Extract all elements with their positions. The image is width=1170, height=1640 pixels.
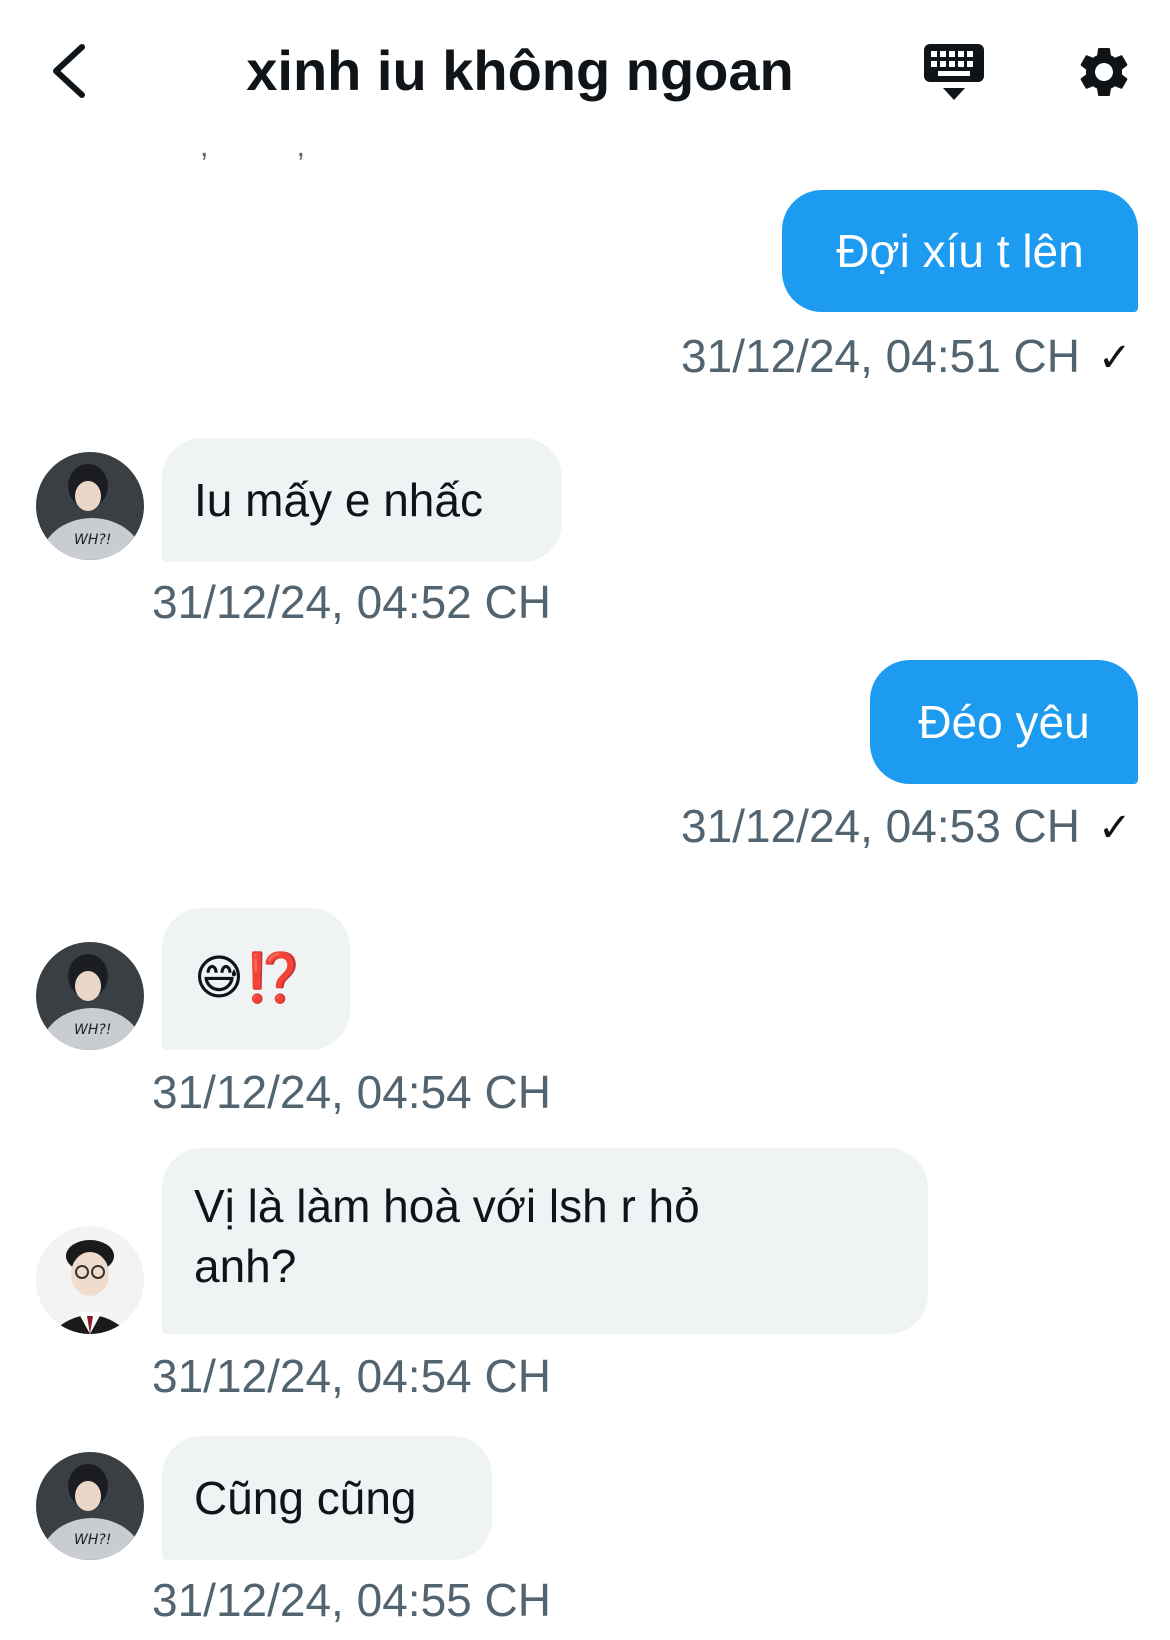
chevron-left-icon	[53, 44, 85, 98]
avatar-hoodie-icon: WH?!	[36, 452, 144, 560]
message-timestamp: 31/12/24, 04:53 CH	[681, 800, 1080, 852]
avatar-glasses-icon	[36, 1226, 144, 1334]
conversation-settings-button[interactable]	[1070, 38, 1138, 106]
avatar[interactable]: WH?!	[36, 452, 144, 560]
svg-text:WH?!: WH?!	[74, 1532, 111, 1548]
outgoing-message-bubble[interactable]: Đợi xíu t lên	[782, 190, 1138, 312]
conversation-title[interactable]: xinh iu không ngoan	[180, 36, 860, 106]
incoming-message-bubble[interactable]: 😅⁉️	[162, 908, 350, 1050]
message-text: Iu mấy e nhấc	[194, 474, 483, 526]
svg-text:WH?!: WH?!	[74, 532, 111, 548]
message-timestamp: 31/12/24, 04:51 CH	[681, 330, 1080, 382]
message-text: 😅⁉️	[194, 952, 304, 1005]
message-timestamp: 31/12/24, 04:54 CH	[152, 1066, 551, 1118]
avatar[interactable]: WH?!	[36, 942, 144, 1050]
keyboard-icon	[924, 44, 984, 100]
message-text: Cũng cũng	[194, 1472, 417, 1524]
dm-conversation-screen: xinh iu không ngoan , , , Đợi xíu t lên …	[0, 0, 1170, 1640]
message-timestamp: 31/12/24, 04:55 CH	[152, 1574, 551, 1626]
svg-text:WH?!: WH?!	[74, 1022, 111, 1038]
read-check-icon: ✓	[1098, 806, 1132, 850]
avatar-hoodie-icon: WH?!	[36, 942, 144, 1050]
message-timestamp: 31/12/24, 04:54 CH	[152, 1350, 551, 1402]
message-text: Đợi xíu t lên	[836, 225, 1084, 277]
gear-icon	[1080, 47, 1128, 96]
incoming-message-bubble[interactable]: Vị là làm hoà với lsh r hỏ anh?	[162, 1148, 928, 1334]
incoming-message-bubble[interactable]: Iu mấy e nhấc	[162, 438, 562, 562]
outgoing-message-bubble[interactable]: Đéo yêu	[870, 660, 1138, 784]
message-timestamp: 31/12/24, 04:52 CH	[152, 576, 551, 628]
clipped-previous-text: , , ,	[200, 142, 346, 162]
incoming-message-bubble[interactable]: Cũng cũng	[162, 1436, 492, 1560]
avatar-hoodie-icon: WH?!	[36, 1452, 144, 1560]
avatar[interactable]: WH?!	[36, 1452, 144, 1560]
keyboard-shortcuts-button[interactable]	[920, 38, 988, 106]
message-text: Đéo yêu	[918, 696, 1090, 748]
conversation-header: xinh iu không ngoan	[0, 0, 1170, 140]
back-button[interactable]	[38, 36, 98, 106]
read-check-icon: ✓	[1098, 336, 1132, 380]
message-text: Vị là làm hoà với lsh r hỏ anh?	[194, 1180, 700, 1292]
avatar[interactable]	[36, 1226, 144, 1334]
